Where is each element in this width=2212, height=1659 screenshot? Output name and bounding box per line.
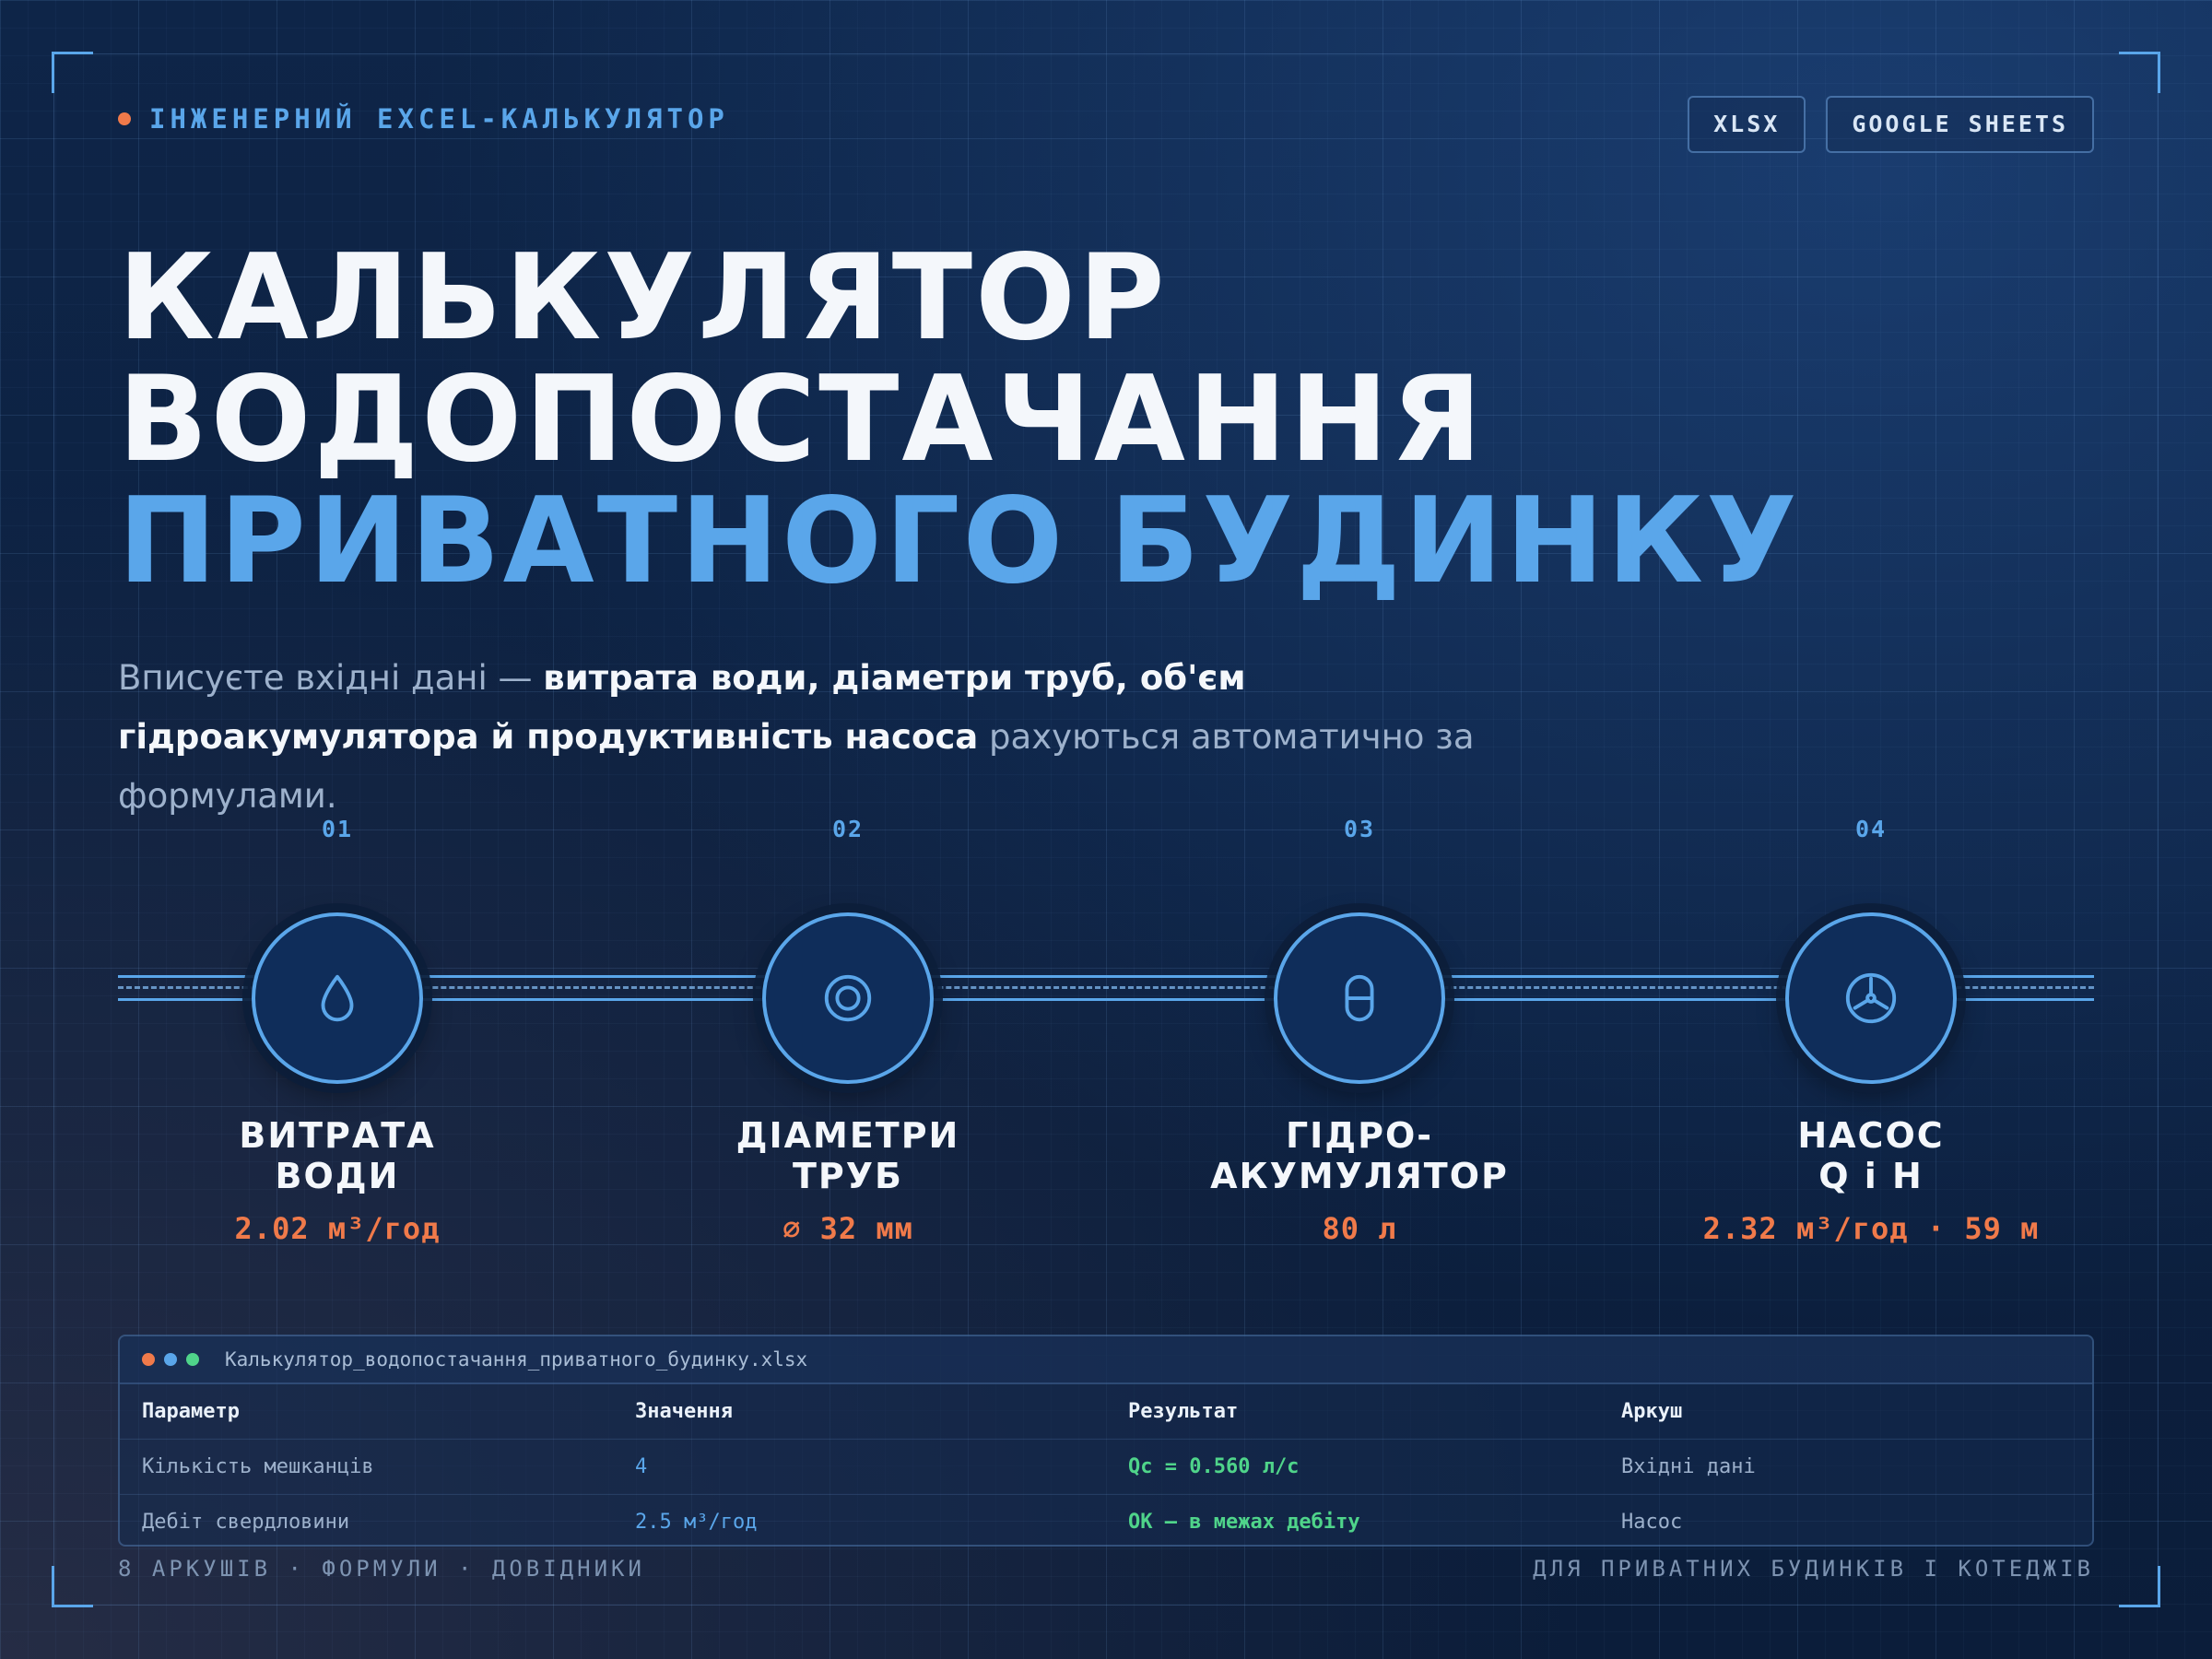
- step-label-line-2: ВОДИ: [275, 1156, 400, 1196]
- window-titlebar: Калькулятор_водопостачання_приватного_бу…: [120, 1336, 2092, 1384]
- value-cell[interactable]: 4: [613, 1455, 1106, 1478]
- badge-xlsx[interactable]: XLSX: [1688, 96, 1806, 153]
- spreadsheet-preview: Калькулятор_водопостачання_приватного_бу…: [118, 1335, 2094, 1547]
- subtitle-text-1: Вписуєте вхідні дані —: [118, 658, 544, 698]
- window-maximize-icon[interactable]: [186, 1353, 199, 1366]
- step-number: 03: [1343, 816, 1376, 842]
- step-icon-ring: [762, 912, 934, 1084]
- step-label-line-1: ВИТРАТА: [239, 1115, 436, 1156]
- pipe-diameter-icon: [824, 974, 872, 1022]
- column-header: Результат: [1128, 1400, 1239, 1423]
- step-icon-ring: [1785, 912, 1957, 1084]
- table-row: Кількість мешканців 4 Qc = 0.560 л/с Вхі…: [120, 1440, 2092, 1495]
- param-cell[interactable]: Дебіт свердловини: [120, 1511, 613, 1534]
- step-pump: 04 НАСОС Q і H 2.32 м³/год · 59 м: [1631, 811, 2111, 1246]
- title-line-1: КАЛЬКУЛЯТОР: [118, 229, 1168, 367]
- tank-icon: [1345, 974, 1374, 1022]
- param-cell[interactable]: Кількість мешканців: [120, 1455, 613, 1478]
- sheet-cell[interactable]: Насос: [1599, 1511, 2092, 1534]
- column-header: Параметр: [142, 1400, 240, 1423]
- format-badges: XLSX GOOGLE SHEETS: [1688, 96, 2094, 153]
- corner-mark-bottom-right: [2119, 1566, 2160, 1607]
- column-header: Значення: [635, 1400, 733, 1423]
- step-value: 2.02 м³/год: [234, 1211, 441, 1246]
- pump-fan-icon: [1845, 972, 1897, 1024]
- brand-dot-icon: [118, 112, 131, 125]
- step-label-line-1: ДІАМЕТРИ: [735, 1115, 960, 1156]
- process-steps: 01 ВИТРАТА ВОДИ 2.02 м³/год 02 ДІАМЕТРИ …: [118, 811, 2094, 1290]
- step-label: НАСОС Q і H: [1631, 1115, 2111, 1196]
- result-cell[interactable]: OK — в межах дебіту: [1106, 1511, 1599, 1534]
- subtitle: Вписуєте вхідні дані — витрата води, діа…: [118, 649, 1593, 826]
- page-title: КАЛЬКУЛЯТОР ВОДОПОСТАЧАННЯ ПРИВАТНОГО БУ…: [118, 238, 1800, 603]
- step-value: ⌀ 32 мм: [782, 1211, 913, 1246]
- result-cell[interactable]: Qc = 0.560 л/с: [1106, 1455, 1599, 1478]
- step-label: ГІДРО- АКУМУЛЯТОР: [1120, 1115, 1599, 1196]
- water-drop-icon: [321, 974, 354, 1022]
- window-minimize-icon[interactable]: [164, 1353, 177, 1366]
- step-label-line-2: ТРУБ: [792, 1156, 904, 1196]
- step-number: 04: [1854, 816, 1888, 842]
- step-label-line-1: НАСОС: [1797, 1115, 1945, 1156]
- step-icon-ring: [1274, 912, 1445, 1084]
- step-label: ВИТРАТА ВОДИ: [98, 1115, 577, 1196]
- step-accumulator: 03 ГІДРО- АКУМУЛЯТОР 80 л: [1120, 811, 1599, 1246]
- column-header: Аркуш: [1621, 1400, 1683, 1423]
- step-water-consumption: 01 ВИТРАТА ВОДИ 2.02 м³/год: [98, 811, 577, 1246]
- step-label-line-1: ГІДРО-: [1285, 1115, 1434, 1156]
- window-close-icon[interactable]: [142, 1353, 155, 1366]
- brand: ІНЖЕНЕРНИЙ EXCEL-КАЛЬКУЛЯТОР: [118, 103, 729, 135]
- step-number: 01: [321, 816, 354, 842]
- step-number: 02: [831, 816, 865, 842]
- brand-label: ІНЖЕНЕРНИЙ EXCEL-КАЛЬКУЛЯТОР: [149, 103, 729, 135]
- title-line-3: ПРИВАТНОГО БУДИНКУ: [118, 473, 1800, 610]
- step-pipe-diameters: 02 ДІАМЕТРИ ТРУБ ⌀ 32 мм: [608, 811, 1088, 1246]
- step-icon-ring: [252, 912, 423, 1084]
- step-label-line-2: АКУМУЛЯТОР: [1210, 1156, 1509, 1196]
- step-value: 2.32 м³/год · 59 м: [1702, 1211, 2040, 1246]
- footer-right-caption: ДЛЯ ПРИВАТНИХ БУДИНКІВ І КОТЕДЖІВ: [1533, 1556, 2094, 1582]
- corner-mark-top-right: [2119, 52, 2160, 93]
- sheet-cell[interactable]: Вхідні дані: [1599, 1455, 2092, 1478]
- footer-left-caption: 8 АРКУШІВ · ФОРМУЛИ · ДОВІДНИКИ: [118, 1556, 645, 1582]
- table-row: Дебіт свердловини 2.5 м³/год OK — в межа…: [120, 1495, 2092, 1545]
- table-header-row: Параметр Значення Результат Аркуш: [120, 1384, 2092, 1440]
- corner-mark-bottom-left: [52, 1566, 93, 1607]
- title-line-2: ВОДОПОСТАЧАННЯ: [118, 351, 1485, 488]
- step-label: ДІАМЕТРИ ТРУБ: [608, 1115, 1088, 1196]
- file-name: Калькулятор_водопостачання_приватного_бу…: [225, 1348, 808, 1371]
- step-label-line-2: Q і H: [1818, 1156, 1924, 1196]
- step-value: 80 л: [1322, 1211, 1397, 1246]
- badge-google-sheets[interactable]: GOOGLE SHEETS: [1826, 96, 2094, 153]
- corner-mark-top-left: [52, 52, 93, 93]
- value-cell[interactable]: 2.5 м³/год: [613, 1511, 1106, 1534]
